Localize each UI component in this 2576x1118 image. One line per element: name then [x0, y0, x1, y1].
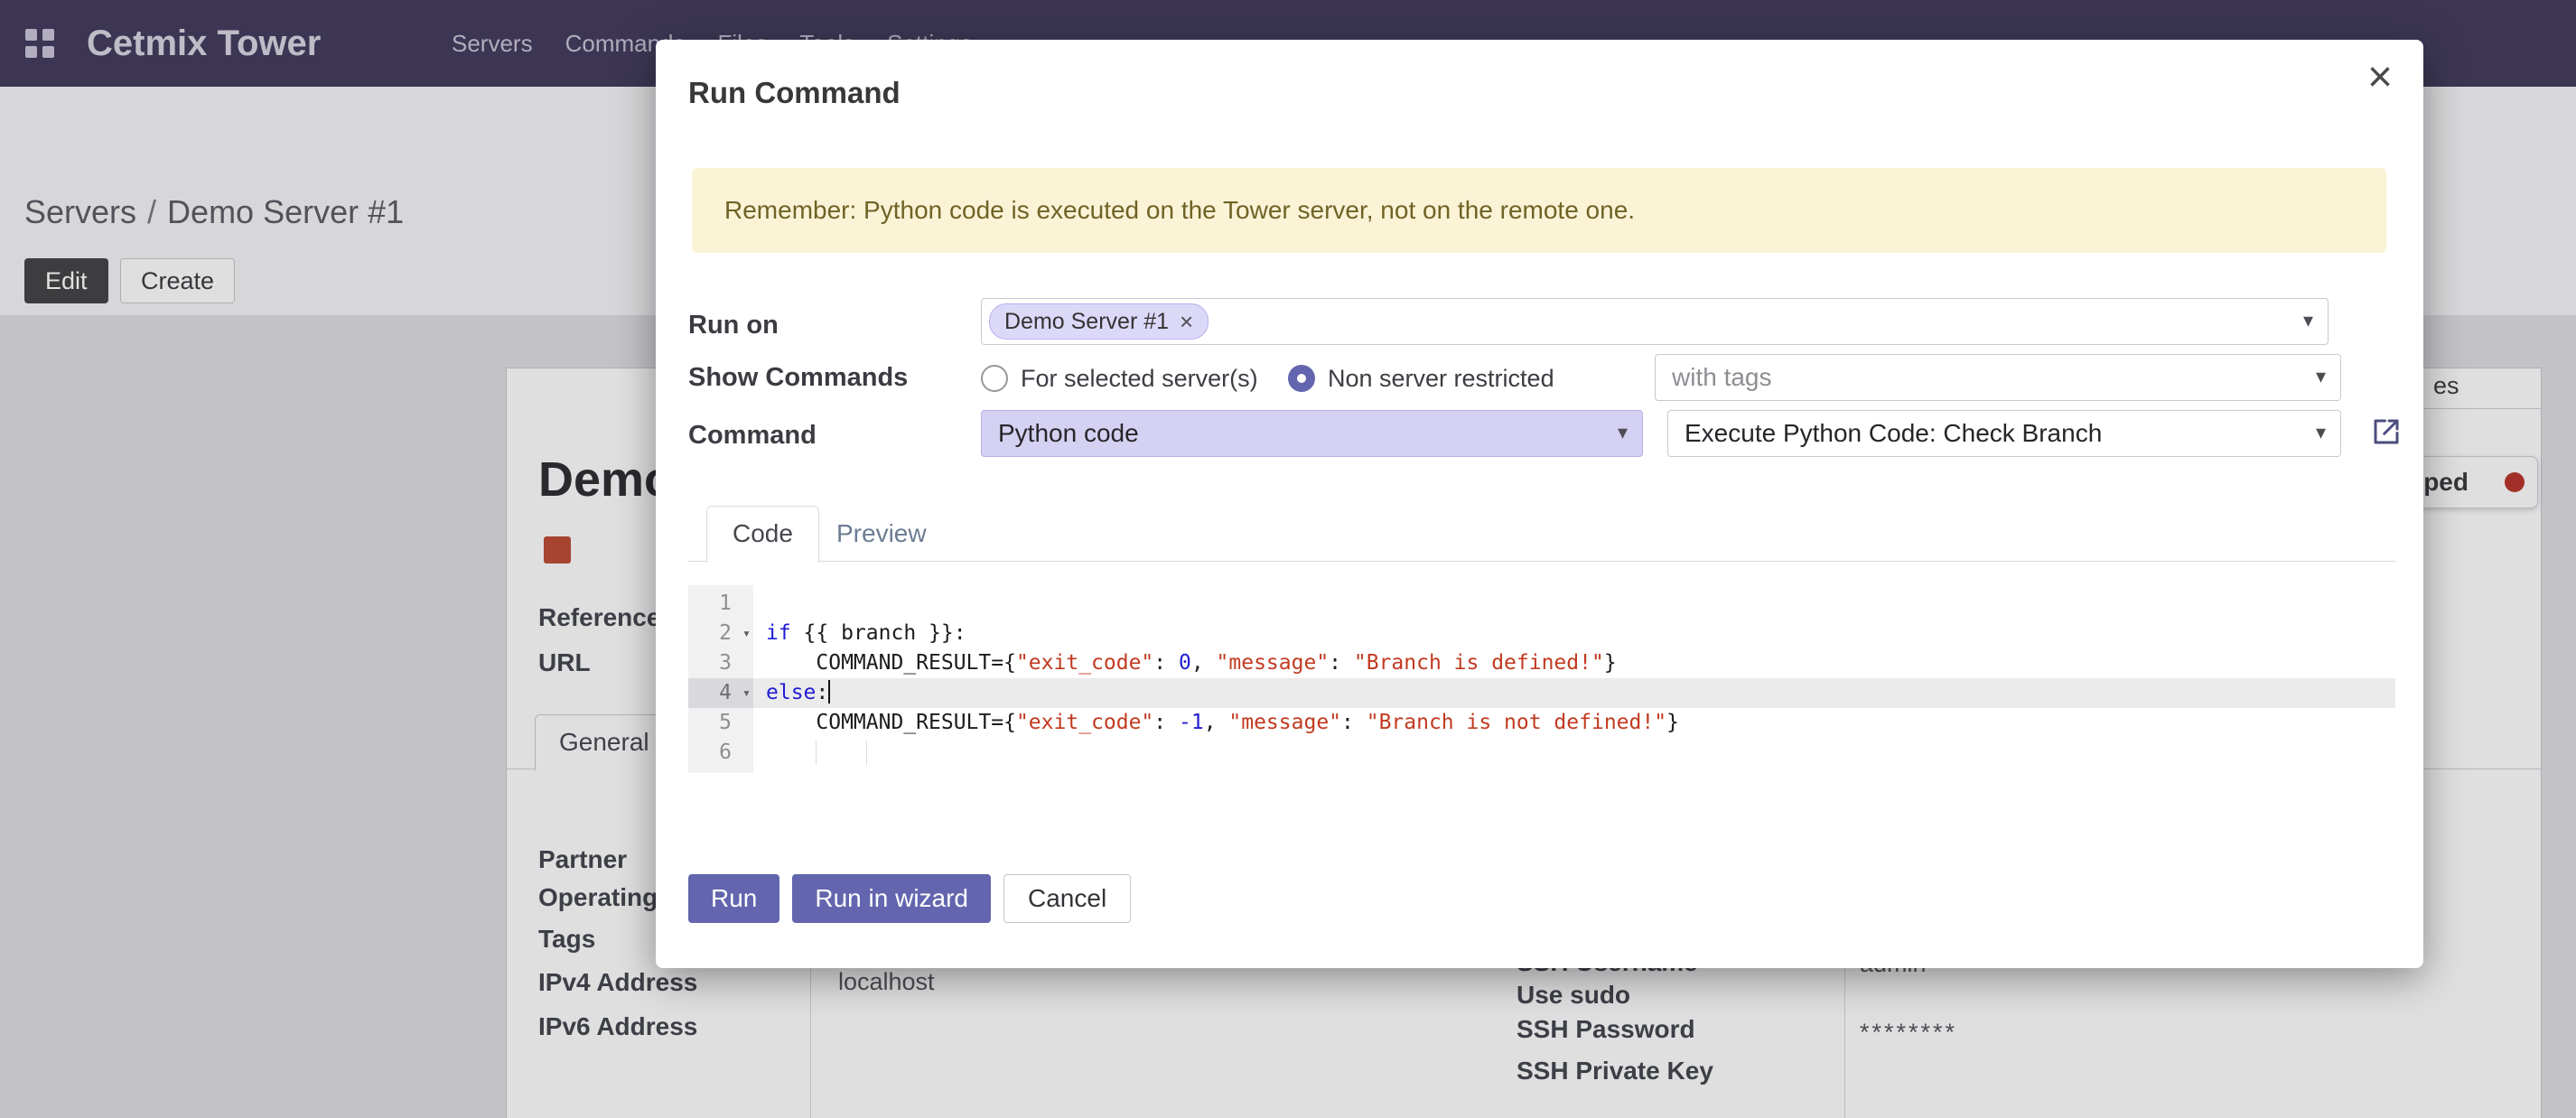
- server-tag-label: Demo Server #1: [1004, 309, 1169, 335]
- command-label: Command: [688, 421, 817, 451]
- with-tags-select[interactable]: with tags ▾: [1655, 354, 2341, 401]
- remove-tag-icon[interactable]: ×: [1180, 310, 1193, 333]
- external-link-icon[interactable]: [2370, 415, 2403, 448]
- fold-arrow-icon[interactable]: ▾: [742, 678, 751, 708]
- editor-line-5[interactable]: 5 COMMAND_RESULT={"exit_code": -1, "mess…: [688, 708, 2395, 738]
- server-tag-chip: Demo Server #1 ×: [989, 303, 1209, 340]
- chevron-down-icon: ▾: [2316, 421, 2326, 444]
- tab-code[interactable]: Code: [706, 506, 819, 563]
- line-number: 1: [688, 589, 753, 619]
- tab-preview[interactable]: Preview: [811, 506, 952, 562]
- run-command-modal: Run Command × Remember: Python code is e…: [656, 40, 2423, 968]
- code-line-content: COMMAND_RESULT={"exit_code": 0, "message…: [753, 648, 2395, 678]
- radio-selected-servers[interactable]: [981, 365, 1008, 392]
- show-commands-label: Show Commands: [688, 363, 908, 393]
- code-editor[interactable]: 12▾if {{ branch }}:3 COMMAND_RESULT={"ex…: [688, 585, 2395, 773]
- line-number: 3: [688, 648, 753, 678]
- line-number: 5: [688, 708, 753, 738]
- chevron-down-icon: ▾: [2316, 365, 2326, 388]
- command-name-value: Execute Python Code: Check Branch: [1668, 419, 2102, 448]
- editor-line-3[interactable]: 3 COMMAND_RESULT={"exit_code": 0, "messa…: [688, 648, 2395, 678]
- line-number: 2▾: [688, 619, 753, 648]
- modal-footer: Run Run in wizard Cancel: [688, 874, 1131, 923]
- run-in-wizard-button[interactable]: Run in wizard: [792, 874, 991, 923]
- run-on-select[interactable]: Demo Server #1 × ▾: [981, 298, 2329, 345]
- with-tags-placeholder: with tags: [1656, 363, 1772, 392]
- run-on-label: Run on: [688, 311, 779, 340]
- editor-line-1[interactable]: 1: [688, 589, 2395, 619]
- command-type-value: Python code: [982, 419, 1139, 448]
- editor-line-4[interactable]: 4▾else:: [688, 678, 2395, 708]
- run-button[interactable]: Run: [688, 874, 779, 923]
- code-line-content: [753, 738, 2395, 768]
- command-type-select[interactable]: Python code ▾: [981, 410, 1643, 457]
- radio-non-server-restricted-label[interactable]: Non server restricted: [1328, 365, 1554, 393]
- line-number: 6: [688, 738, 753, 768]
- python-warning-alert: Remember: Python code is executed on the…: [692, 168, 2386, 253]
- chevron-down-icon: ▾: [1618, 421, 1628, 444]
- command-name-select[interactable]: Execute Python Code: Check Branch ▾: [1667, 410, 2341, 457]
- screen: Cetmix Tower ServersCommandsFilesToolsSe…: [0, 0, 2576, 1118]
- text-cursor: [828, 680, 830, 703]
- line-number: 4▾: [688, 678, 753, 708]
- editor-line-6[interactable]: 6: [688, 738, 2395, 768]
- radio-non-server-restricted[interactable]: [1288, 365, 1315, 392]
- code-line-content: if {{ branch }}:: [753, 619, 2395, 648]
- editor-line-2[interactable]: 2▾if {{ branch }}:: [688, 619, 2395, 648]
- code-line-content: [753, 589, 2395, 619]
- chevron-down-icon: ▾: [2303, 309, 2313, 332]
- radio-selected-servers-label[interactable]: For selected server(s): [1021, 365, 1258, 393]
- editor-lines: 12▾if {{ branch }}:3 COMMAND_RESULT={"ex…: [688, 589, 2395, 768]
- code-line-content: COMMAND_RESULT={"exit_code": -1, "messag…: [753, 708, 2395, 738]
- code-line-content: else:: [753, 678, 2395, 708]
- cancel-button[interactable]: Cancel: [1003, 874, 1131, 923]
- modal-tabbar: Code Preview: [688, 506, 2395, 562]
- fold-arrow-icon[interactable]: ▾: [742, 619, 751, 648]
- modal-title: Run Command: [688, 76, 901, 110]
- close-icon[interactable]: ×: [2367, 56, 2393, 99]
